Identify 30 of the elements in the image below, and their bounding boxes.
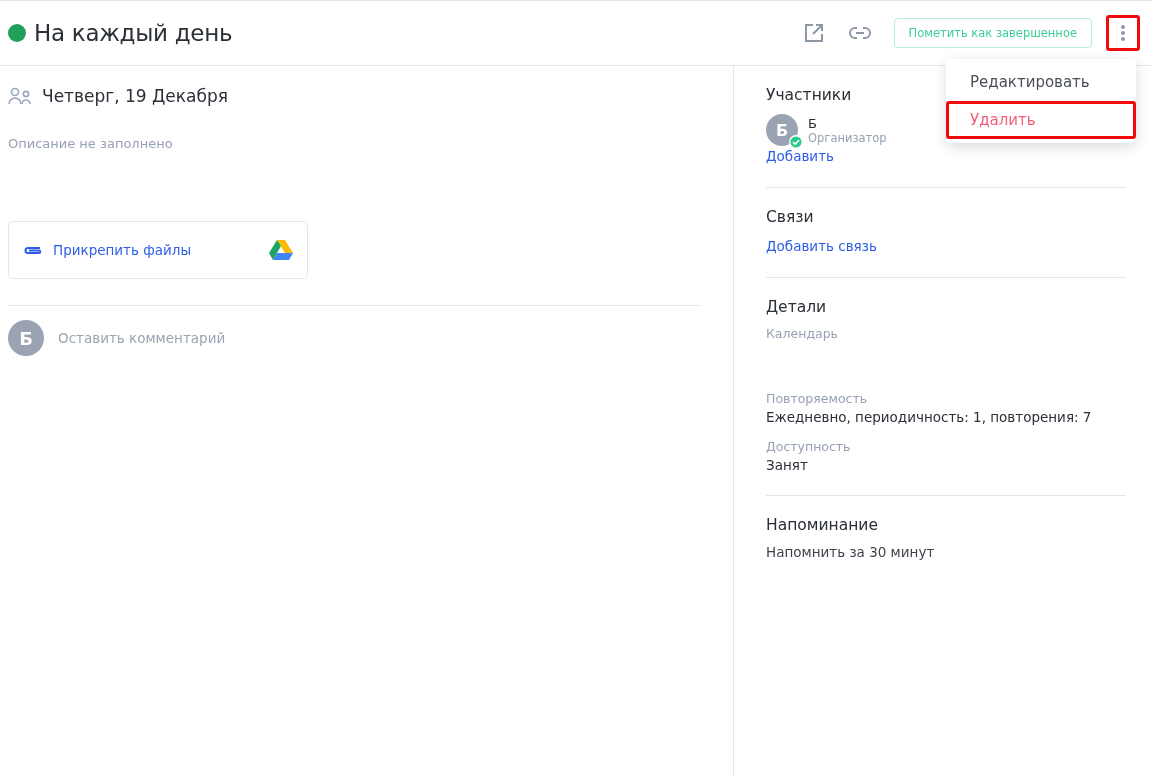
field-value: Занят bbox=[766, 457, 809, 473]
link-icon bbox=[847, 25, 872, 41]
copy-link-button[interactable] bbox=[847, 25, 872, 41]
event-date: Четверг, 19 Декабря bbox=[42, 86, 228, 106]
field-label: Календарь bbox=[766, 326, 839, 341]
open-external-button[interactable] bbox=[803, 23, 824, 43]
description-text: Описание не заполнено bbox=[8, 136, 174, 151]
field-label: Доступность bbox=[766, 439, 852, 454]
add-participant-link[interactable]: Добавить bbox=[766, 148, 834, 164]
user-avatar: Б bbox=[8, 320, 44, 356]
field-label: Повторяемость bbox=[766, 391, 869, 406]
field-value: Ежедневно, периодичность: 1, повторения: 7 bbox=[766, 409, 1093, 425]
more-icon bbox=[1121, 25, 1125, 41]
section-title: Участники bbox=[766, 86, 853, 104]
menu-item[interactable]: Редактировать bbox=[946, 63, 1136, 101]
people-icon bbox=[8, 87, 32, 105]
section-title: Напоминание bbox=[766, 516, 879, 534]
drive-icon[interactable] bbox=[269, 240, 293, 260]
participant-role: Организатор bbox=[808, 130, 887, 145]
participant-name: Б bbox=[808, 115, 818, 131]
section-title: Связи bbox=[766, 208, 815, 226]
more-button[interactable] bbox=[1106, 15, 1140, 51]
paperclip-icon bbox=[23, 245, 43, 255]
event-title: На каждый день bbox=[34, 20, 234, 46]
add-link-link[interactable]: Добавить связь bbox=[766, 238, 877, 254]
menu-item[interactable]: Удалить bbox=[946, 101, 1136, 139]
external-link-icon bbox=[803, 23, 824, 43]
attach-files-link[interactable]: Прикрепить файлы bbox=[53, 242, 269, 258]
reminder-text: Напомнить за 30 минут bbox=[766, 544, 936, 560]
section-title: Детали bbox=[766, 298, 828, 316]
